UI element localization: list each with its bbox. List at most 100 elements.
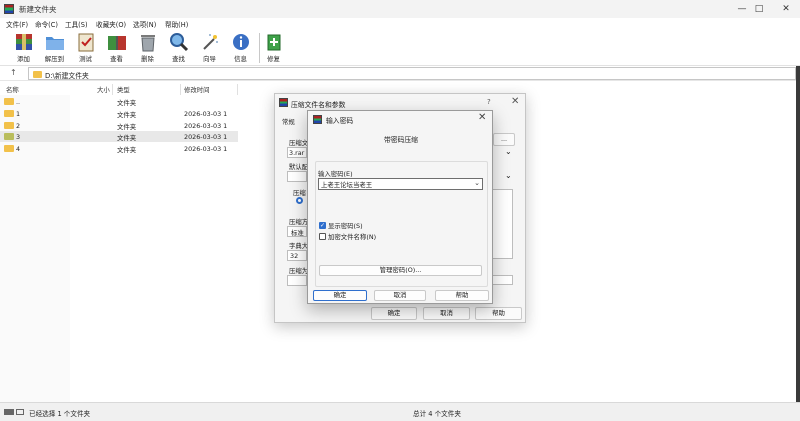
file-row[interactable]: .. 文件夹 xyxy=(0,96,238,107)
chevron-down-icon[interactable]: ⌄ xyxy=(474,179,480,187)
archive-name-label: 压缩文 xyxy=(289,139,309,147)
menu-commands[interactable]: 命令(C) xyxy=(35,19,58,29)
winrar-app-icon xyxy=(279,98,288,107)
column-divider xyxy=(112,84,113,95)
add-archive-icon xyxy=(16,34,32,50)
address-field[interactable]: D:\新建文件夹 xyxy=(28,67,796,80)
browse-button[interactable]: ... xyxy=(493,133,515,146)
column-modified[interactable]: 修改时间 xyxy=(184,85,210,94)
encrypt-names-checkbox[interactable] xyxy=(319,233,326,240)
folder-icon xyxy=(4,122,14,129)
winrar-app-icon xyxy=(4,4,14,14)
show-password-label: 显示密码(S) xyxy=(328,222,363,230)
file-list-header: 名称 大小 类型 修改时间 xyxy=(0,84,238,95)
find-button[interactable]: 查找 xyxy=(163,31,194,65)
folder-icon xyxy=(33,71,42,78)
column-size[interactable]: 大小 xyxy=(97,85,110,94)
folder-icon xyxy=(4,133,14,140)
menu-file[interactable]: 文件(F) xyxy=(6,19,28,29)
file-modified: 2026-03-03 1 xyxy=(184,145,228,153)
file-name: 4 xyxy=(16,145,21,153)
view-button[interactable]: 查看 xyxy=(101,31,132,65)
info-button[interactable]: 信息 xyxy=(225,31,256,65)
view-book-icon xyxy=(108,36,126,50)
menu-help[interactable]: 帮助(H) xyxy=(165,19,188,29)
password-input[interactable]: 上老王论坛当老王 ⌄ xyxy=(318,178,483,190)
toolbar: 添加 解压到 测试 查看 删除 查找 向导 信息 修复 xyxy=(0,29,800,66)
split-volume-label: 压缩为 xyxy=(289,267,309,275)
window-title: 新建文件夹 xyxy=(19,5,57,14)
folder-icon xyxy=(4,110,14,117)
file-type: 文件夹 xyxy=(117,111,137,119)
close-icon[interactable]: ✕ xyxy=(511,96,519,107)
title-bar: 新建文件夹 — □ ✕ xyxy=(0,0,800,18)
file-type: 文件夹 xyxy=(117,134,137,142)
column-divider xyxy=(237,84,238,95)
menu-tools[interactable]: 工具(S) xyxy=(65,19,88,29)
manage-passwords-button[interactable]: 管理密码(O)... xyxy=(319,265,482,276)
address-bar: ↑ D:\新建文件夹 xyxy=(0,66,800,81)
profile-field[interactable] xyxy=(287,171,307,182)
status-selected: 已经选择 1 个文件夹 xyxy=(29,410,91,418)
file-row[interactable]: 2 文件夹 2026-03-03 1 xyxy=(0,120,238,131)
help-button[interactable]: 帮助 xyxy=(435,290,489,301)
archive-ok-button[interactable]: 确定 xyxy=(371,307,417,320)
enter-password-label: 输入密码(E) xyxy=(318,170,353,178)
maximize-button[interactable]: □ xyxy=(745,2,773,16)
method-field[interactable]: 标准 xyxy=(287,226,307,237)
column-type[interactable]: 类型 xyxy=(117,85,130,94)
dictionary-label: 字典大 xyxy=(289,242,309,250)
background-window-edge xyxy=(796,66,800,402)
cancel-button[interactable]: 取消 xyxy=(374,290,426,301)
archive-name-field[interactable]: 3.rar xyxy=(287,147,307,158)
dictionary-field[interactable]: 32 xyxy=(287,250,307,261)
archive-cancel-button[interactable]: 取消 xyxy=(423,307,470,320)
close-icon[interactable]: ✕ xyxy=(478,112,486,123)
menu-bar: 文件(F) 命令(C) 工具(S) 收藏夹(O) 选项(N) 帮助(H) xyxy=(0,18,800,29)
show-password-checkbox[interactable]: ✓ xyxy=(319,222,326,229)
test-button[interactable]: 测试 xyxy=(70,31,101,65)
menu-favorites[interactable]: 收藏夹(O) xyxy=(96,19,126,29)
ok-button[interactable]: 确定 xyxy=(313,290,367,301)
file-modified: 2026-03-03 1 xyxy=(184,133,228,141)
winrar-app-icon xyxy=(313,115,322,124)
repair-button[interactable]: 修复 xyxy=(258,31,289,65)
status-bar: 已经选择 1 个文件夹 总计 4 个文件夹 xyxy=(0,402,800,421)
tab-general[interactable]: 常规 xyxy=(282,117,295,126)
method-label: 压缩方 xyxy=(289,218,309,226)
file-modified: 2026-03-03 1 xyxy=(184,122,228,130)
archive-help-button[interactable]: 帮助 xyxy=(475,307,522,320)
file-row[interactable]: 1 文件夹 2026-03-03 1 xyxy=(0,108,238,119)
file-row-selected[interactable]: 3 文件夹 2026-03-03 1 xyxy=(0,131,238,142)
address-path: D:\新建文件夹 xyxy=(45,72,89,80)
help-icon[interactable]: ? xyxy=(487,98,491,106)
extract-to-button[interactable]: 解压到 xyxy=(39,31,70,65)
file-row[interactable]: 4 文件夹 2026-03-03 1 xyxy=(0,143,238,154)
column-name[interactable]: 名称 xyxy=(6,85,19,94)
format-radio[interactable] xyxy=(296,197,303,204)
delete-button[interactable]: 删除 xyxy=(132,31,163,65)
chevron-down-icon[interactable]: ⌄ xyxy=(505,147,512,156)
file-name: 1 xyxy=(16,110,21,118)
file-type: 文件夹 xyxy=(117,99,137,107)
drive-icon xyxy=(4,409,14,415)
file-name: 2 xyxy=(16,122,21,130)
dialog-heading: 带密码压缩 xyxy=(384,136,418,144)
menu-options[interactable]: 选项(N) xyxy=(133,19,156,29)
file-modified: 2026-03-03 1 xyxy=(184,110,228,118)
wizard-button[interactable]: 向导 xyxy=(194,31,225,65)
add-button[interactable]: 添加 xyxy=(8,31,39,65)
password-value: 上老王论坛当老王 xyxy=(321,181,373,189)
up-arrow-icon[interactable]: ↑ xyxy=(10,68,17,77)
file-type: 文件夹 xyxy=(117,123,137,131)
split-volume-field[interactable] xyxy=(287,275,307,286)
dialog-title: 压缩文件名和参数 xyxy=(291,101,346,109)
repair-kit-icon xyxy=(267,34,281,51)
folder-icon xyxy=(4,145,14,152)
magnifier-icon xyxy=(170,33,189,52)
close-button[interactable]: ✕ xyxy=(772,2,800,16)
folder-icon xyxy=(4,98,14,105)
file-name: 3 xyxy=(16,133,21,141)
wizard-wand-icon xyxy=(203,34,218,50)
chevron-down-icon[interactable]: ⌄ xyxy=(505,171,512,180)
